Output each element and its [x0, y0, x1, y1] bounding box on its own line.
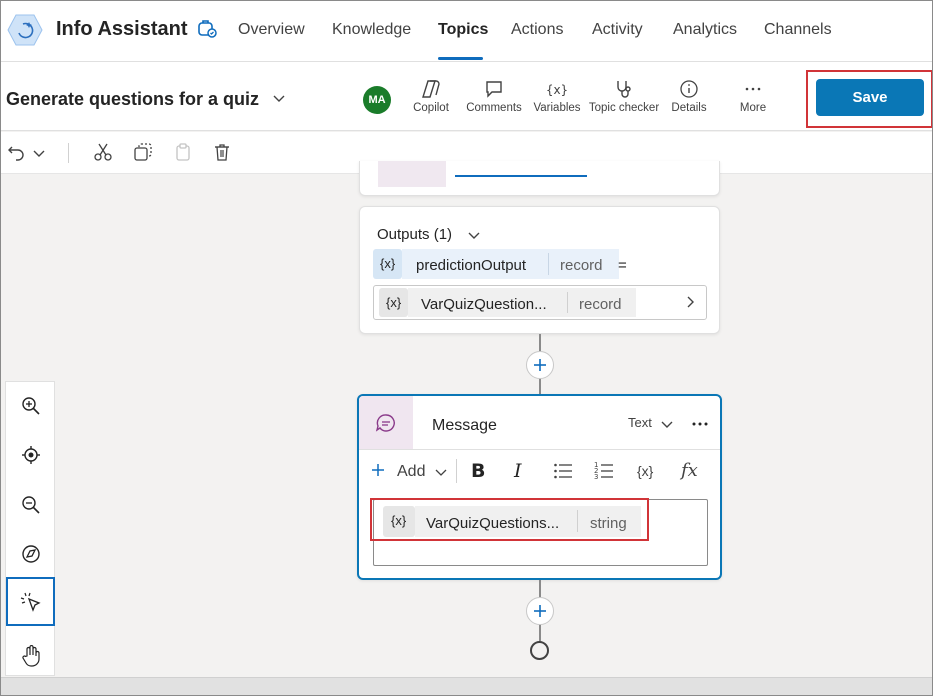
chevron-down-icon[interactable]: [659, 416, 675, 432]
message-node-title: Message: [432, 417, 497, 434]
divider: [68, 143, 69, 163]
variables-label: Variables: [533, 102, 581, 114]
info-icon: [680, 80, 698, 98]
output-variable-type: record: [560, 257, 603, 274]
topic-checker-button[interactable]: Topic checker: [588, 79, 660, 114]
tab-activity[interactable]: Activity: [592, 21, 643, 39]
bold-button[interactable]: B: [471, 460, 485, 482]
add-content-button[interactable]: Add: [397, 463, 425, 481]
message-node[interactable]: Message Text Add B I 1 2 3 {x} fx {x} Va…: [357, 394, 722, 580]
copilot-label: Copilot: [413, 102, 449, 114]
save-button[interactable]: Save: [816, 79, 924, 116]
comments-button[interactable]: Comments: [466, 79, 522, 114]
outputs-node[interactable]: Outputs (1) {x} predictionOutput record …: [359, 206, 720, 334]
equals-sign: =: [618, 257, 627, 274]
variable-highlight-box: [370, 498, 649, 541]
connector-line: [539, 334, 541, 351]
tab-channels[interactable]: Channels: [764, 21, 832, 39]
zoom-in-icon[interactable]: [21, 396, 41, 416]
assigned-variable-type: record: [579, 296, 622, 313]
copy-icon[interactable]: [133, 142, 153, 162]
tab-analytics[interactable]: Analytics: [673, 21, 737, 39]
end-node: [530, 641, 549, 660]
minimap-toggle-icon[interactable]: [21, 544, 41, 564]
details-button[interactable]: Details: [669, 79, 709, 114]
bullet-list-icon[interactable]: [553, 462, 573, 480]
paste-icon[interactable]: [173, 142, 193, 162]
more-icon: [745, 87, 761, 91]
chevron-right-icon[interactable]: [682, 294, 698, 310]
plus-icon: [534, 605, 546, 617]
chevron-down-icon[interactable]: [466, 227, 482, 243]
tab-topics[interactable]: Topics: [438, 21, 488, 39]
divider: [548, 253, 549, 275]
add-node-button[interactable]: [526, 597, 554, 625]
top-nav: Info Assistant Overview Knowledge Topics…: [1, 1, 932, 61]
chevron-down-icon[interactable]: [433, 464, 449, 480]
delete-icon[interactable]: [212, 142, 232, 162]
select-tool-button[interactable]: [6, 577, 55, 626]
variables-button[interactable]: {x} Variables: [533, 79, 581, 114]
connector-line: [539, 625, 541, 641]
more-label: More: [739, 102, 767, 114]
chevron-down-icon[interactable]: [31, 145, 47, 161]
divider: [359, 449, 720, 450]
pan-hand-icon[interactable]: [21, 645, 41, 667]
connector-line: [539, 580, 541, 597]
comments-label: Comments: [466, 102, 522, 114]
stethoscope-icon: [617, 81, 631, 98]
numbered-list-icon[interactable]: 1 2 3: [594, 460, 614, 480]
zoom-out-icon[interactable]: [21, 495, 41, 515]
output-variable-name: predictionOutput: [416, 257, 527, 274]
svg-text:3: 3: [594, 473, 598, 480]
details-label: Details: [671, 102, 707, 114]
copilot-icon: [422, 80, 440, 98]
formula-button[interactable]: fx: [681, 460, 698, 481]
plus-icon: [534, 359, 546, 371]
previous-node[interactable]: [359, 161, 720, 196]
message-mode-label[interactable]: Text: [628, 415, 652, 430]
app-window: Info Assistant Overview Knowledge Topics…: [0, 0, 933, 696]
avatar[interactable]: MA: [363, 86, 391, 114]
tab-overview[interactable]: Overview: [238, 21, 305, 39]
comment-icon: [486, 81, 502, 98]
more-icon[interactable]: [690, 416, 710, 432]
add-node-button[interactable]: [526, 351, 554, 379]
agent-status-icon[interactable]: [196, 18, 218, 40]
variable-icon: {x}: [386, 295, 402, 310]
message-icon-area: [359, 396, 413, 449]
topic-toolbar: Generate questions for a quiz MA Copilot…: [1, 61, 932, 131]
node-icon-area: [378, 161, 446, 187]
assigned-variable-name: VarQuizQuestion...: [421, 296, 547, 313]
divider: [567, 292, 568, 313]
divider: [456, 459, 457, 483]
chevron-down-icon[interactable]: [271, 90, 287, 106]
tab-actions[interactable]: Actions: [511, 21, 563, 39]
horizontal-scrollbar[interactable]: [1, 677, 932, 695]
input-underline: [455, 175, 587, 177]
canvas-zoom-tools: [5, 381, 55, 676]
more-button[interactable]: More: [736, 79, 770, 114]
plus-icon[interactable]: [371, 463, 385, 477]
undo-icon[interactable]: [6, 142, 26, 162]
cut-icon[interactable]: [93, 142, 113, 162]
variable-icon: {x}: [546, 83, 568, 97]
app-title: Info Assistant: [56, 18, 188, 40]
app-logo-icon: [7, 14, 43, 46]
topic-checker-label: Topic checker: [588, 102, 660, 114]
tab-knowledge[interactable]: Knowledge: [332, 21, 411, 39]
active-tab-indicator: [438, 57, 483, 60]
select-cursor-icon: [20, 592, 41, 612]
outputs-header[interactable]: Outputs (1): [377, 226, 452, 243]
topic-name[interactable]: Generate questions for a quiz: [6, 89, 259, 110]
italic-button[interactable]: I: [514, 460, 522, 482]
variable-icon: {x}: [380, 256, 396, 271]
recenter-icon[interactable]: [21, 445, 41, 465]
copilot-button[interactable]: Copilot: [411, 79, 451, 114]
message-icon: [375, 414, 395, 432]
connector-line: [539, 379, 541, 394]
insert-variable-button[interactable]: {x}: [637, 463, 653, 479]
svg-text:{x}: {x}: [546, 83, 568, 97]
